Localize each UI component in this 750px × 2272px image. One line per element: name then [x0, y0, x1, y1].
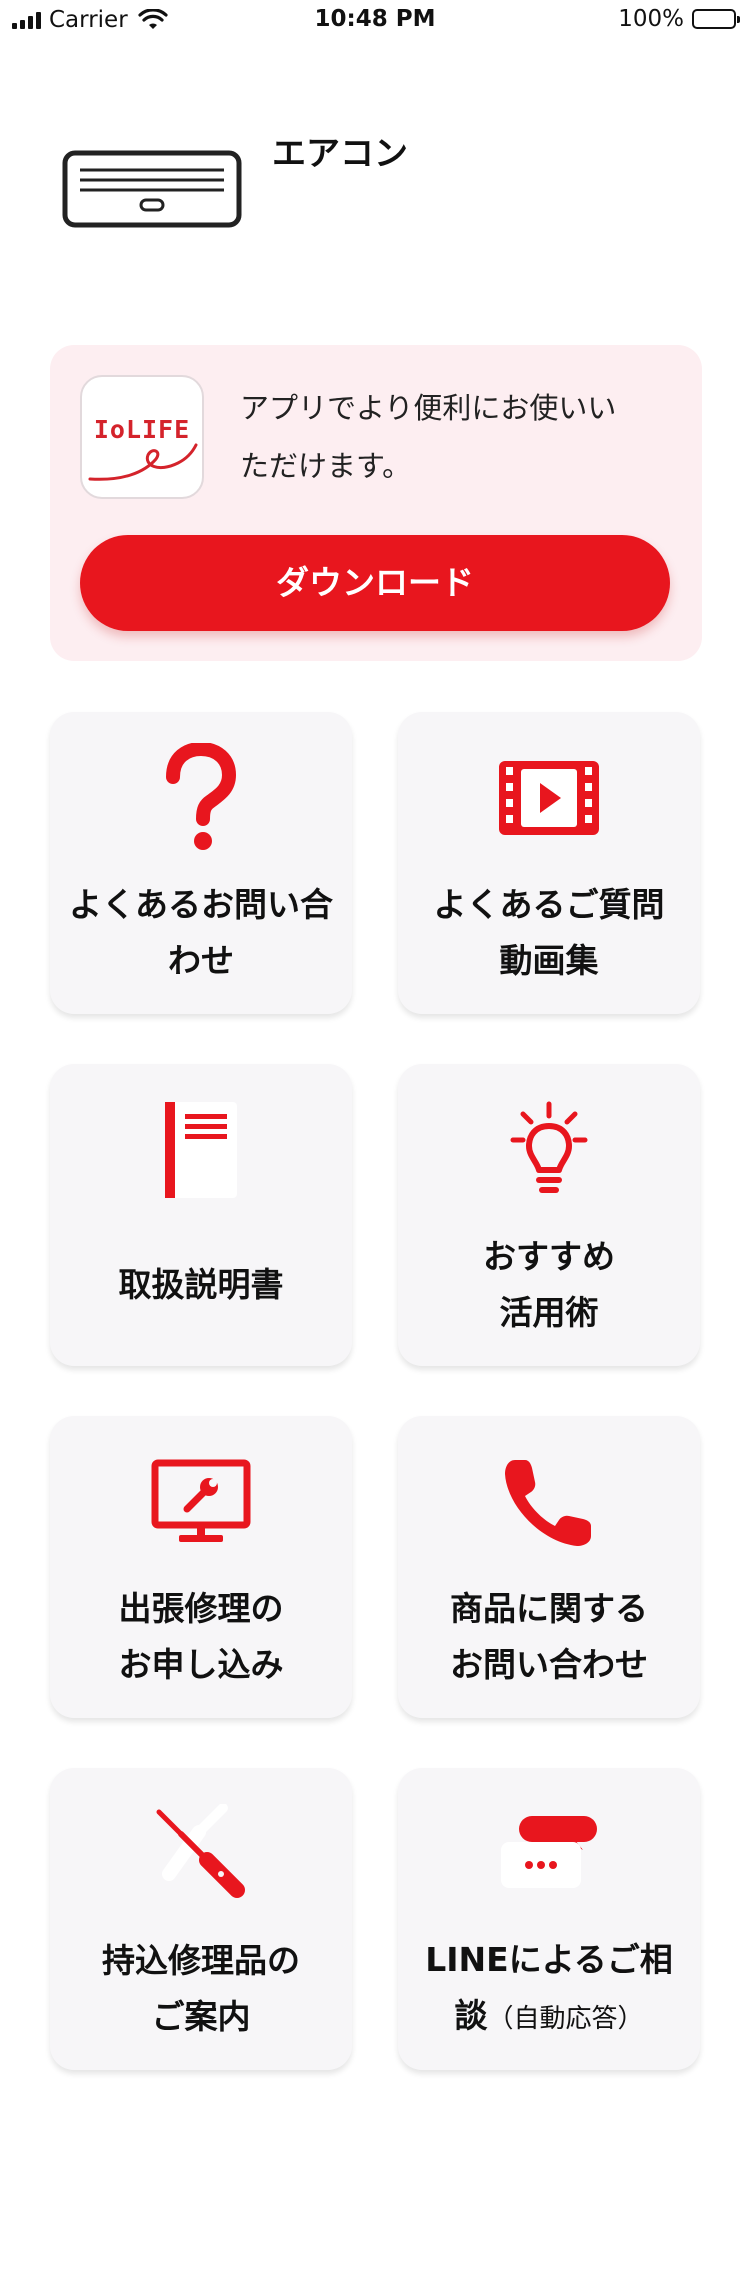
status-right: 100%	[618, 6, 740, 32]
iolife-app-icon: IoLIFE	[80, 375, 204, 499]
video-icon	[499, 761, 599, 835]
tile-label: LINEによるご相 談（自動応答）	[425, 1939, 673, 2035]
app-promo-card: IoLIFE アプリでより便利にお使いい ただけます。 ダウンロード	[50, 345, 702, 661]
tips-tile[interactable]: おすすめ 活用術	[398, 1064, 700, 1366]
promo-message: アプリでより便利にお使いい ただけます。	[240, 379, 680, 495]
manual-tile[interactable]: 取扱説明書	[50, 1064, 352, 1366]
tile-label: おすすめ 活用術	[483, 1237, 615, 1332]
tile-label: よくあるお問い合 わせ	[69, 885, 333, 980]
promo-message-line2: ただけます。	[240, 449, 412, 483]
faq-tile[interactable]: よくあるお問い合 わせ	[50, 712, 352, 1014]
tile-label: 取扱説明書	[118, 1265, 284, 1304]
tile-label: 持込修理品の ご案内	[102, 1941, 300, 2036]
status-bar: Carrier 10:48 PM 100%	[0, 0, 750, 40]
download-button[interactable]: ダウンロード	[80, 535, 670, 631]
carry-in-repair-tile[interactable]: 持込修理品の ご案内	[50, 1768, 352, 2070]
light-bulb-icon	[510, 1101, 588, 1193]
battery-icon	[692, 9, 740, 29]
chat-bubble-icon	[501, 1816, 597, 1888]
air-conditioner-icon	[62, 150, 242, 228]
product-inquiry-tile[interactable]: 商品に関する お問い合わせ	[398, 1416, 700, 1718]
product-title: エアコン	[272, 134, 408, 174]
tile-label: よくあるご質問 動画集	[433, 885, 665, 980]
question-mark-icon	[166, 743, 236, 850]
faq-video-tile[interactable]: よくあるご質問 動画集	[398, 712, 700, 1014]
battery-percent: 100%	[618, 6, 684, 32]
phone-icon	[505, 1460, 591, 1546]
tile-label: 出張修理の お申し込み	[118, 1589, 284, 1684]
tile-label: 商品に関する お問い合わせ	[450, 1589, 648, 1684]
repair-request-tile[interactable]: 出張修理の お申し込み	[50, 1416, 352, 1718]
promo-message-line1: アプリでより便利にお使いい	[240, 391, 617, 425]
manual-book-icon	[165, 1102, 237, 1198]
monitor-wrench-icon	[151, 1459, 251, 1542]
line-consult-tile[interactable]: LINEによるご相 談（自動応答）	[398, 1768, 700, 2070]
tools-icon	[156, 1804, 245, 1898]
